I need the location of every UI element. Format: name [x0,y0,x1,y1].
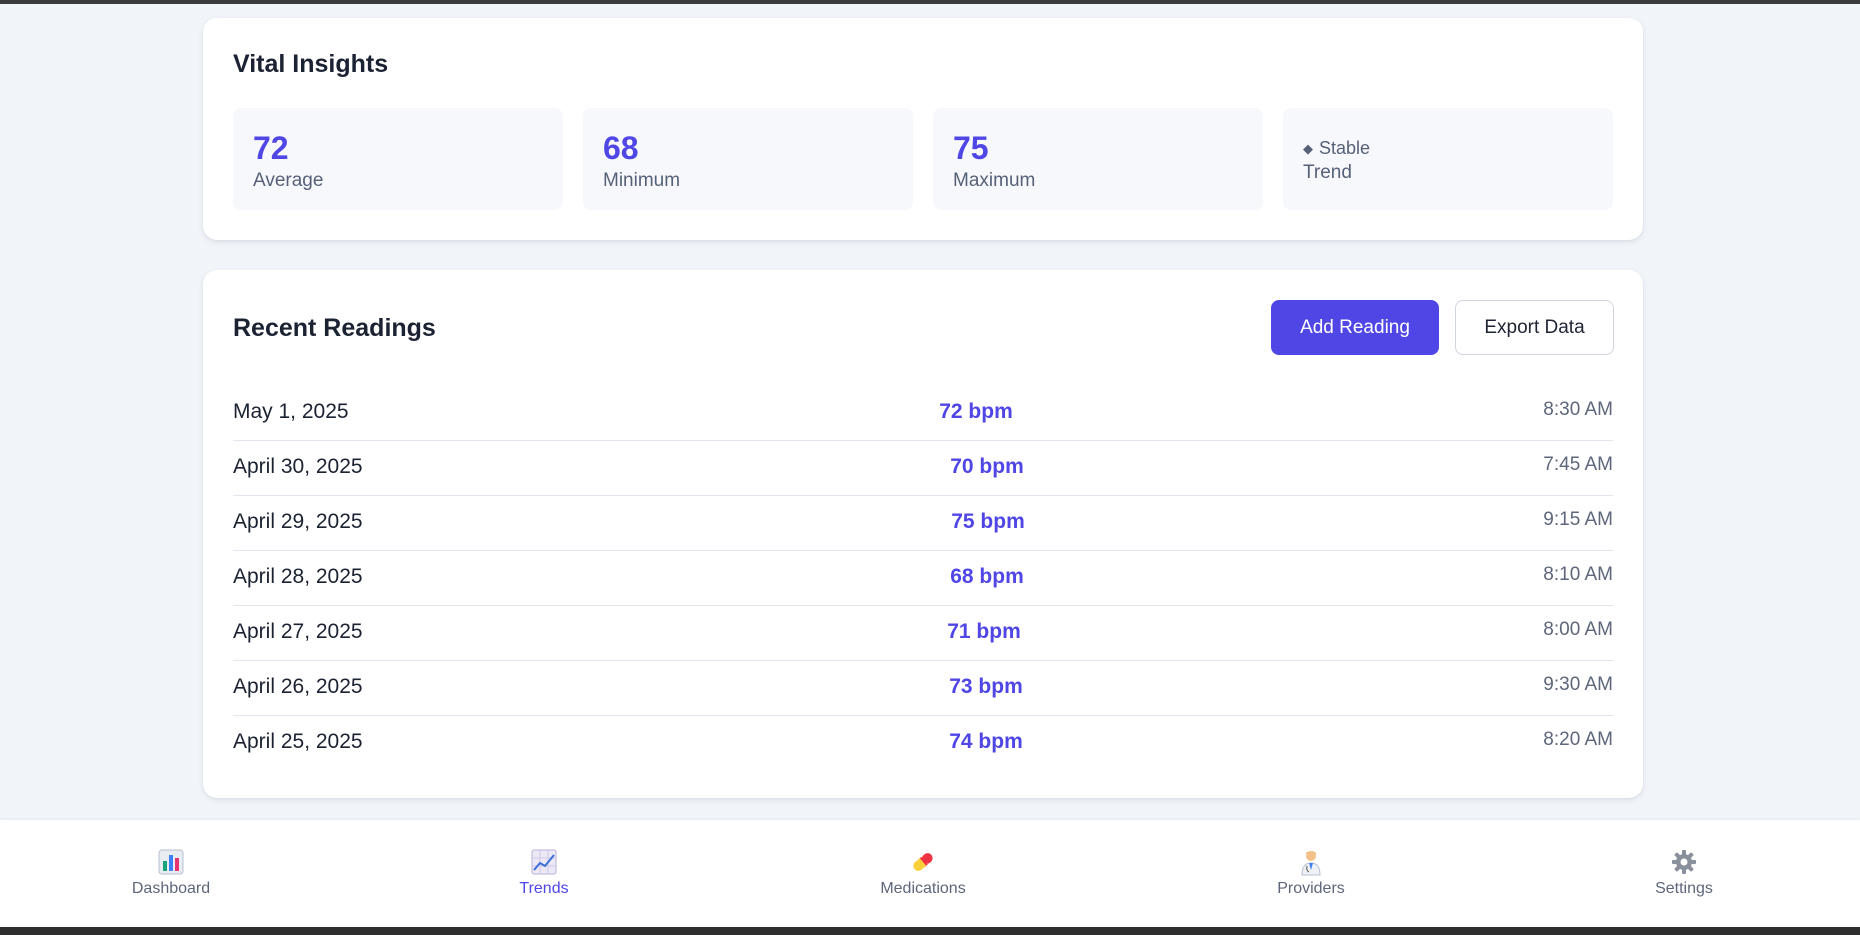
pill-icon [909,848,937,876]
stat-maximum-label: Maximum [953,170,1036,191]
reading-value: 75 bpm [951,510,1025,533]
doctor-icon [1297,848,1325,876]
stat-trend-label: Trend [1303,162,1352,183]
reading-date: May 1, 2025 [233,400,349,423]
reading-time: 9:15 AM [1543,509,1613,530]
nav-label-medications: Medications [880,880,966,897]
stat-maximum-value: 75 [953,130,989,166]
window-bottom-edge [0,927,1860,935]
stat-maximum: 75 Maximum [933,108,1263,210]
stat-trend: ◆ Stable Trend [1283,108,1613,210]
stat-average-value: 72 [253,130,289,166]
reading-row[interactable]: April 30, 2025 70 bpm 7:45 AM [233,441,1613,496]
reading-value: 70 bpm [950,455,1024,478]
nav-label-providers: Providers [1277,880,1345,897]
stats-grid: 72 Average 68 Minimum 75 Maximum ◆ Stabl… [233,108,1613,210]
recent-readings-card: Recent Readings Add Reading Export Data … [203,270,1643,798]
nav-item-dashboard[interactable]: Dashboard [91,848,251,908]
reading-date: April 28, 2025 [233,565,363,588]
bar-chart-icon [157,848,185,876]
reading-date: April 26, 2025 [233,675,363,698]
nav-item-trends[interactable]: Trends [464,848,624,908]
reading-row[interactable]: April 28, 2025 68 bpm 8:10 AM [233,551,1613,606]
reading-row[interactable]: April 26, 2025 73 bpm 9:30 AM [233,661,1613,716]
readings-list: May 1, 2025 72 bpm 8:30 AM April 30, 202… [233,386,1613,771]
reading-date: April 29, 2025 [233,510,363,533]
stat-minimum-label: Minimum [603,170,681,191]
line-chart-icon [530,848,558,876]
reading-time: 8:10 AM [1543,564,1613,585]
nav-item-medications[interactable]: Medications [843,848,1003,908]
gear-icon [1670,848,1698,876]
stat-minimum: 68 Minimum [583,108,913,210]
reading-value: 71 bpm [947,620,1021,643]
reading-value: 72 bpm [939,400,1013,423]
reading-time: 9:30 AM [1543,674,1613,695]
vital-insights-card: Vital Insights 72 Average 68 Minimum 75 … [203,18,1643,240]
vital-insights-title: Vital Insights [233,50,389,78]
reading-value: 74 bpm [949,730,1023,753]
nav-item-providers[interactable]: Providers [1231,848,1391,908]
diamond-icon: ◆ [1303,140,1313,156]
recent-readings-title: Recent Readings [233,314,436,342]
window-top-edge [0,0,1860,4]
stat-minimum-value: 68 [603,130,639,166]
reading-row[interactable]: April 25, 2025 74 bpm 8:20 AM [233,716,1613,771]
reading-value: 73 bpm [949,675,1023,698]
reading-date: April 27, 2025 [233,620,363,643]
trend-status: Stable [1319,138,1371,158]
reading-value: 68 bpm [950,565,1024,588]
reading-time: 8:20 AM [1543,729,1613,750]
bottom-nav: Dashboard Trends Medications Providers S… [0,820,1860,927]
nav-label-dashboard: Dashboard [131,880,211,897]
stat-average-label: Average [253,170,324,191]
reading-date: April 30, 2025 [233,455,363,478]
stat-average: 72 Average [233,108,563,210]
reading-time: 8:00 AM [1543,619,1613,640]
reading-time: 8:30 AM [1543,399,1613,420]
export-data-button[interactable]: Export Data [1455,300,1614,355]
nav-item-settings[interactable]: Settings [1604,848,1764,908]
nav-label-settings: Settings [1655,880,1713,897]
reading-row[interactable]: April 27, 2025 71 bpm 8:00 AM [233,606,1613,661]
reading-row[interactable]: May 1, 2025 72 bpm 8:30 AM [233,386,1613,441]
trend-indicator: ◆ Stable [1303,138,1370,159]
nav-label-trends: Trends [519,880,569,897]
reading-row[interactable]: April 29, 2025 75 bpm 9:15 AM [233,496,1613,551]
reading-date: April 25, 2025 [233,730,363,753]
reading-time: 7:45 AM [1543,454,1613,475]
add-reading-button[interactable]: Add Reading [1271,300,1439,355]
